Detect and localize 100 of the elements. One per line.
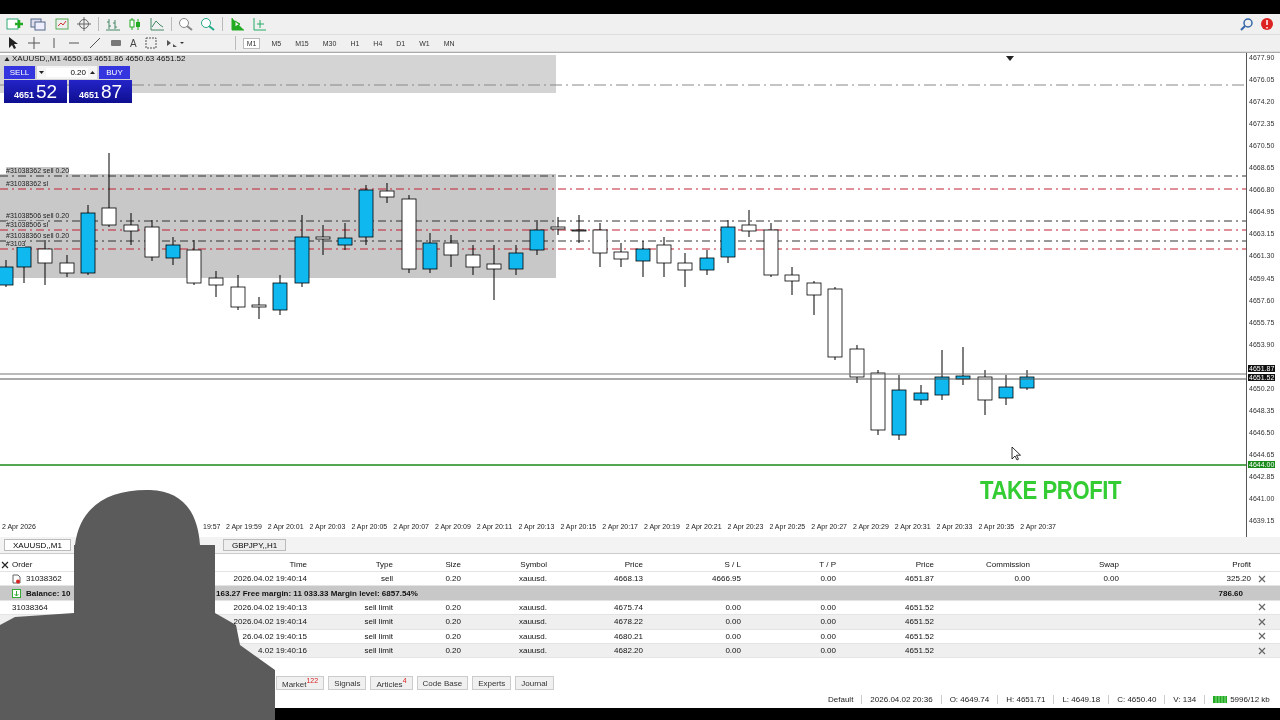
- new-chart-icon[interactable]: [6, 17, 24, 31]
- status-text: C: 4650.40: [1108, 694, 1165, 704]
- order-number: 31038362: [26, 574, 62, 584]
- bar-chart-icon[interactable]: [105, 17, 121, 31]
- balance-icon: [12, 588, 21, 598]
- crosshair-icon[interactable]: [27, 36, 41, 50]
- status-text: Default: [827, 694, 855, 704]
- column-header[interactable]: Symbol: [520, 560, 547, 569]
- sell-button[interactable]: SELL: [4, 66, 35, 79]
- column-header[interactable]: Commission: [986, 560, 1030, 569]
- terminal-tab[interactable]: Signals: [328, 676, 367, 690]
- alert-icon[interactable]: [1260, 17, 1274, 31]
- table-cell-text: 4666.95: [711, 574, 742, 584]
- table-cell-text: 4651.52: [904, 617, 935, 627]
- terminal-tab[interactable]: Market$^{122}$: [276, 676, 325, 690]
- candle: [165, 236, 181, 266]
- ask-quote[interactable]: 4651 87: [69, 80, 132, 103]
- candlestick-icon[interactable]: [127, 17, 143, 31]
- cursor-icon[interactable]: [6, 36, 20, 50]
- candle: [508, 244, 524, 276]
- column-header[interactable]: Price: [624, 560, 643, 569]
- overlay-caption: TAKE PROFIT: [980, 475, 1121, 506]
- candle: [571, 214, 587, 244]
- table-cell-text: 2026.04.02 19:40:14: [232, 617, 308, 627]
- column-header[interactable]: Size: [445, 560, 461, 569]
- column-header[interactable]: Order: [12, 560, 33, 569]
- table-cell-text: 0.00: [724, 646, 742, 656]
- column-header[interactable]: Type: [375, 560, 393, 569]
- buy-button[interactable]: BUY: [99, 66, 130, 79]
- table-cell-text: 2026.04.02 19:40:13: [232, 602, 308, 612]
- column-header[interactable]: Time: [289, 560, 307, 569]
- terminal-tab[interactable]: Journal: [515, 676, 554, 690]
- chart-window-icon[interactable]: [54, 17, 70, 31]
- bid-quote[interactable]: 4651 52: [4, 80, 67, 103]
- table-cell-text: xauusd.: [517, 646, 548, 656]
- line-chart-icon[interactable]: [149, 17, 165, 31]
- trend-line-icon[interactable]: [88, 36, 102, 50]
- margin-summary: 163.27 Free margin: 11 033.33 Margin level: 6857.54%: [215, 588, 419, 598]
- table-cell-text: 4.02 19:40:16: [257, 646, 308, 656]
- candle: [784, 266, 800, 296]
- candle: [59, 254, 75, 278]
- candle: [37, 239, 53, 286]
- candle: [529, 219, 545, 256]
- table-cell-text: 0.00: [819, 617, 837, 627]
- candle: [550, 216, 566, 236]
- candle: [465, 244, 481, 276]
- terminal-tab[interactable]: Articles$^{4}$: [370, 676, 413, 690]
- zoom-in-icon[interactable]: [178, 17, 194, 31]
- status-text: 2026.04.02 20:36: [861, 694, 941, 704]
- table-cell-text: 0.00: [819, 646, 837, 656]
- candle: [358, 184, 374, 246]
- crosshair-icon[interactable]: [76, 17, 92, 31]
- zoom-out-icon[interactable]: [200, 17, 216, 31]
- terminal-tab[interactable]: Code Base: [416, 676, 469, 690]
- candle: [656, 236, 672, 278]
- candle: [955, 346, 971, 386]
- candle: [741, 209, 757, 238]
- profiles-icon[interactable]: [30, 17, 48, 31]
- text-tool[interactable]: A: [130, 37, 137, 49]
- chart-tab[interactable]: GBPJPY,,H1: [222, 539, 287, 551]
- candle: [806, 280, 822, 316]
- column-header[interactable]: Profit: [1232, 560, 1251, 569]
- candle: [272, 274, 288, 316]
- table-cell-text: 0.20: [444, 646, 462, 656]
- increase-icon[interactable]: [89, 69, 96, 76]
- candle: [80, 204, 96, 276]
- table-cell-text: 4675.74: [613, 602, 644, 612]
- column-header[interactable]: T / P: [819, 560, 836, 569]
- table-cell-text: sell: [380, 574, 394, 584]
- status-text: 5996/12 kb: [1230, 694, 1270, 704]
- scroll-chart-icon[interactable]: [229, 17, 245, 31]
- volume-field[interactable]: 0.20: [37, 66, 97, 79]
- candle: [123, 212, 139, 246]
- terminal-tab[interactable]: Experts: [472, 676, 512, 690]
- candle: [592, 222, 608, 268]
- close-icon[interactable]: [1, 560, 9, 569]
- label-icon[interactable]: [143, 36, 158, 50]
- table-cell-text: 0.00: [724, 617, 742, 627]
- candle: [720, 219, 736, 264]
- search-icon[interactable]: [1240, 17, 1254, 31]
- table-cell-text: 0.00: [1013, 574, 1031, 584]
- table-cell-text: 0.00: [819, 574, 837, 584]
- table-cell-text: 0.20: [444, 631, 462, 641]
- candle: [699, 249, 715, 276]
- column-header[interactable]: Swap: [1099, 560, 1119, 569]
- candle: [913, 384, 929, 406]
- chart-tab[interactable]: XAUUSD,,M1: [4, 539, 71, 551]
- candle: [208, 270, 224, 298]
- collapse-icon[interactable]: [4, 56, 10, 62]
- column-header[interactable]: Price: [915, 560, 934, 569]
- triangle-marker-icon: [1006, 56, 1014, 61]
- candle: [849, 344, 865, 384]
- table-cell-text: 0.20: [444, 574, 462, 584]
- table-cell-text: 4678.22: [613, 617, 644, 627]
- balance-summary: Balance: 10: [26, 588, 71, 598]
- table-cell-text: 4668.13: [613, 574, 644, 584]
- table-cell-text: xauusd.: [517, 631, 548, 641]
- column-header[interactable]: S / L: [724, 560, 741, 569]
- table-cell-text: 4651.52: [904, 602, 935, 612]
- decrease-icon[interactable]: [38, 69, 45, 76]
